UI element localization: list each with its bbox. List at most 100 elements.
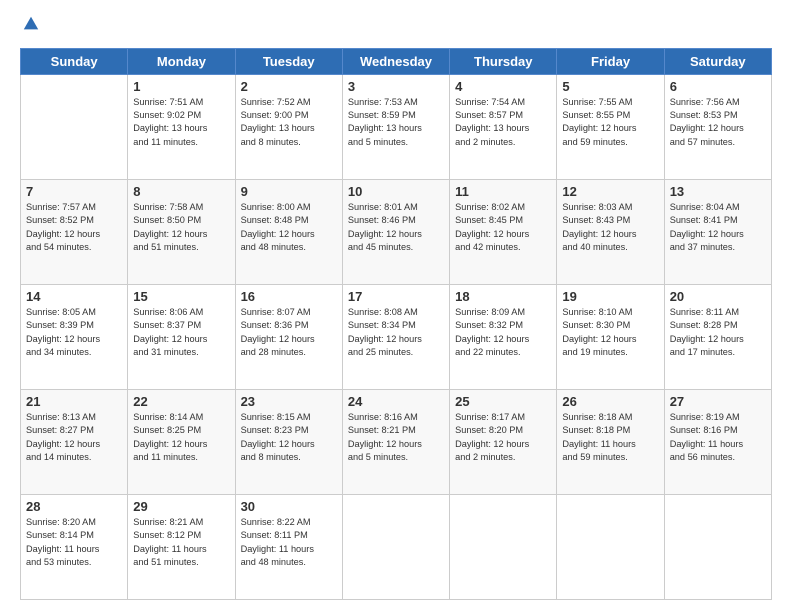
day-info: Sunrise: 8:11 AMSunset: 8:28 PMDaylight:… <box>670 306 766 359</box>
calendar-cell: 25 Sunrise: 8:17 AMSunset: 8:20 PMDayligh… <box>450 389 557 494</box>
day-number: 10 <box>348 184 444 199</box>
day-info: Sunrise: 8:04 AMSunset: 8:41 PMDaylight:… <box>670 201 766 254</box>
day-info: Sunrise: 8:09 AMSunset: 8:32 PMDaylight:… <box>455 306 551 359</box>
calendar-cell <box>557 494 664 599</box>
calendar-cell: 7 Sunrise: 7:57 AMSunset: 8:52 PMDaylight… <box>21 179 128 284</box>
logo <box>20 18 40 38</box>
calendar-cell: 26 Sunrise: 8:18 AMSunset: 8:18 PMDayligh… <box>557 389 664 494</box>
day-info: Sunrise: 8:02 AMSunset: 8:45 PMDaylight:… <box>455 201 551 254</box>
day-of-week-friday: Friday <box>557 48 664 74</box>
calendar-cell: 21 Sunrise: 8:13 AMSunset: 8:27 PMDayligh… <box>21 389 128 494</box>
day-number: 28 <box>26 499 122 514</box>
calendar-cell: 12 Sunrise: 8:03 AMSunset: 8:43 PMDayligh… <box>557 179 664 284</box>
day-info: Sunrise: 7:52 AMSunset: 9:00 PMDaylight:… <box>241 96 337 149</box>
calendar-cell: 16 Sunrise: 8:07 AMSunset: 8:36 PMDayligh… <box>235 284 342 389</box>
calendar-cell: 2Sunrise: 7:52 AMSunset: 9:00 PMDaylight… <box>235 74 342 179</box>
calendar-cell: 14 Sunrise: 8:05 AMSunset: 8:39 PMDayligh… <box>21 284 128 389</box>
calendar-cell: 6 Sunrise: 7:56 AMSunset: 8:53 PMDaylight… <box>664 74 771 179</box>
day-number: 17 <box>348 289 444 304</box>
day-of-week-thursday: Thursday <box>450 48 557 74</box>
day-of-week-sunday: Sunday <box>21 48 128 74</box>
day-number: 15 <box>133 289 229 304</box>
day-info: Sunrise: 8:19 AMSunset: 8:16 PMDaylight:… <box>670 411 766 464</box>
day-info: Sunrise: 8:13 AMSunset: 8:27 PMDaylight:… <box>26 411 122 464</box>
day-number: 8 <box>133 184 229 199</box>
calendar-cell: 28 Sunrise: 8:20 AMSunset: 8:14 PMDayligh… <box>21 494 128 599</box>
week-row-1: 1 Sunrise: 7:51 AMSunset: 9:02 PMDaylight… <box>21 74 772 179</box>
calendar-cell: 27 Sunrise: 8:19 AMSunset: 8:16 PMDayligh… <box>664 389 771 494</box>
day-info: Sunrise: 8:20 AMSunset: 8:14 PMDaylight:… <box>26 516 122 569</box>
day-info: Sunrise: 8:17 AMSunset: 8:20 PMDaylight:… <box>455 411 551 464</box>
day-of-week-saturday: Saturday <box>664 48 771 74</box>
calendar-cell: 17 Sunrise: 8:08 AMSunset: 8:34 PMDayligh… <box>342 284 449 389</box>
calendar-cell: 5Sunrise: 7:55 AMSunset: 8:55 PMDaylight… <box>557 74 664 179</box>
calendar-cell: 20 Sunrise: 8:11 AMSunset: 8:28 PMDayligh… <box>664 284 771 389</box>
page: SundayMondayTuesdayWednesdayThursdayFrid… <box>0 0 792 612</box>
day-number: 1 <box>133 79 229 94</box>
calendar-cell: 19 Sunrise: 8:10 AMSunset: 8:30 PMDayligh… <box>557 284 664 389</box>
day-number: 6 <box>670 79 766 94</box>
day-number: 14 <box>26 289 122 304</box>
day-number: 24 <box>348 394 444 409</box>
day-info: Sunrise: 8:05 AMSunset: 8:39 PMDaylight:… <box>26 306 122 359</box>
day-info: Sunrise: 8:01 AMSunset: 8:46 PMDaylight:… <box>348 201 444 254</box>
calendar-cell: 30 Sunrise: 8:22 AMSunset: 8:11 PMDayligh… <box>235 494 342 599</box>
calendar-cell: 3 Sunrise: 7:53 AMSunset: 8:59 PMDaylight… <box>342 74 449 179</box>
day-number: 7 <box>26 184 122 199</box>
day-number: 30 <box>241 499 337 514</box>
calendar-cell: 1 Sunrise: 7:51 AMSunset: 9:02 PMDaylight… <box>128 74 235 179</box>
week-row-4: 21 Sunrise: 8:13 AMSunset: 8:27 PMDayligh… <box>21 389 772 494</box>
calendar-cell <box>664 494 771 599</box>
calendar-cell: 15 Sunrise: 8:06 AMSunset: 8:37 PMDayligh… <box>128 284 235 389</box>
day-number: 16 <box>241 289 337 304</box>
day-number: 27 <box>670 394 766 409</box>
calendar-cell: 22Sunrise: 8:14 AMSunset: 8:25 PMDayligh… <box>128 389 235 494</box>
week-row-3: 14 Sunrise: 8:05 AMSunset: 8:39 PMDayligh… <box>21 284 772 389</box>
calendar-cell <box>450 494 557 599</box>
day-number: 3 <box>348 79 444 94</box>
day-info: Sunrise: 8:07 AMSunset: 8:36 PMDaylight:… <box>241 306 337 359</box>
day-number: 29 <box>133 499 229 514</box>
day-info: Sunrise: 8:03 AMSunset: 8:43 PMDaylight:… <box>562 201 658 254</box>
day-info: Sunrise: 7:54 AMSunset: 8:57 PMDaylight:… <box>455 96 551 149</box>
day-of-week-tuesday: Tuesday <box>235 48 342 74</box>
calendar-cell: 24 Sunrise: 8:16 AMSunset: 8:21 PMDayligh… <box>342 389 449 494</box>
day-number: 11 <box>455 184 551 199</box>
day-of-week-wednesday: Wednesday <box>342 48 449 74</box>
day-number: 18 <box>455 289 551 304</box>
day-info: Sunrise: 8:21 AMSunset: 8:12 PMDaylight:… <box>133 516 229 569</box>
day-number: 9 <box>241 184 337 199</box>
calendar-cell <box>342 494 449 599</box>
day-info: Sunrise: 7:53 AMSunset: 8:59 PMDaylight:… <box>348 96 444 149</box>
day-number: 21 <box>26 394 122 409</box>
day-number: 19 <box>562 289 658 304</box>
day-number: 26 <box>562 394 658 409</box>
day-info: Sunrise: 7:51 AMSunset: 9:02 PMDaylight:… <box>133 96 229 149</box>
day-number: 25 <box>455 394 551 409</box>
week-row-2: 7 Sunrise: 7:57 AMSunset: 8:52 PMDaylight… <box>21 179 772 284</box>
calendar-cell: 4 Sunrise: 7:54 AMSunset: 8:57 PMDaylight… <box>450 74 557 179</box>
day-of-week-monday: Monday <box>128 48 235 74</box>
day-info: Sunrise: 8:10 AMSunset: 8:30 PMDaylight:… <box>562 306 658 359</box>
day-number: 12 <box>562 184 658 199</box>
day-number: 13 <box>670 184 766 199</box>
calendar-cell: 10 Sunrise: 8:01 AMSunset: 8:46 PMDayligh… <box>342 179 449 284</box>
day-number: 4 <box>455 79 551 94</box>
logo-text <box>20 18 40 38</box>
day-number: 22 <box>133 394 229 409</box>
calendar-cell: 29 Sunrise: 8:21 AMSunset: 8:12 PMDayligh… <box>128 494 235 599</box>
day-info: Sunrise: 8:06 AMSunset: 8:37 PMDaylight:… <box>133 306 229 359</box>
day-info: Sunrise: 8:22 AMSunset: 8:11 PMDaylight:… <box>241 516 337 569</box>
day-number: 20 <box>670 289 766 304</box>
day-info: Sunrise: 8:08 AMSunset: 8:34 PMDaylight:… <box>348 306 444 359</box>
calendar-cell: 18 Sunrise: 8:09 AMSunset: 8:32 PMDayligh… <box>450 284 557 389</box>
day-info: Sunrise: 7:56 AMSunset: 8:53 PMDaylight:… <box>670 96 766 149</box>
day-info: Sunrise: 8:18 AMSunset: 8:18 PMDaylight:… <box>562 411 658 464</box>
day-info: Sunrise: 8:15 AMSunset: 8:23 PMDaylight:… <box>241 411 337 464</box>
day-info: Sunrise: 8:00 AMSunset: 8:48 PMDaylight:… <box>241 201 337 254</box>
day-info: Sunrise: 7:55 AMSunset: 8:55 PMDaylight:… <box>562 96 658 149</box>
calendar-cell: 8Sunrise: 7:58 AMSunset: 8:50 PMDaylight… <box>128 179 235 284</box>
calendar-cell <box>21 74 128 179</box>
day-info: Sunrise: 7:57 AMSunset: 8:52 PMDaylight:… <box>26 201 122 254</box>
day-info: Sunrise: 8:16 AMSunset: 8:21 PMDaylight:… <box>348 411 444 464</box>
